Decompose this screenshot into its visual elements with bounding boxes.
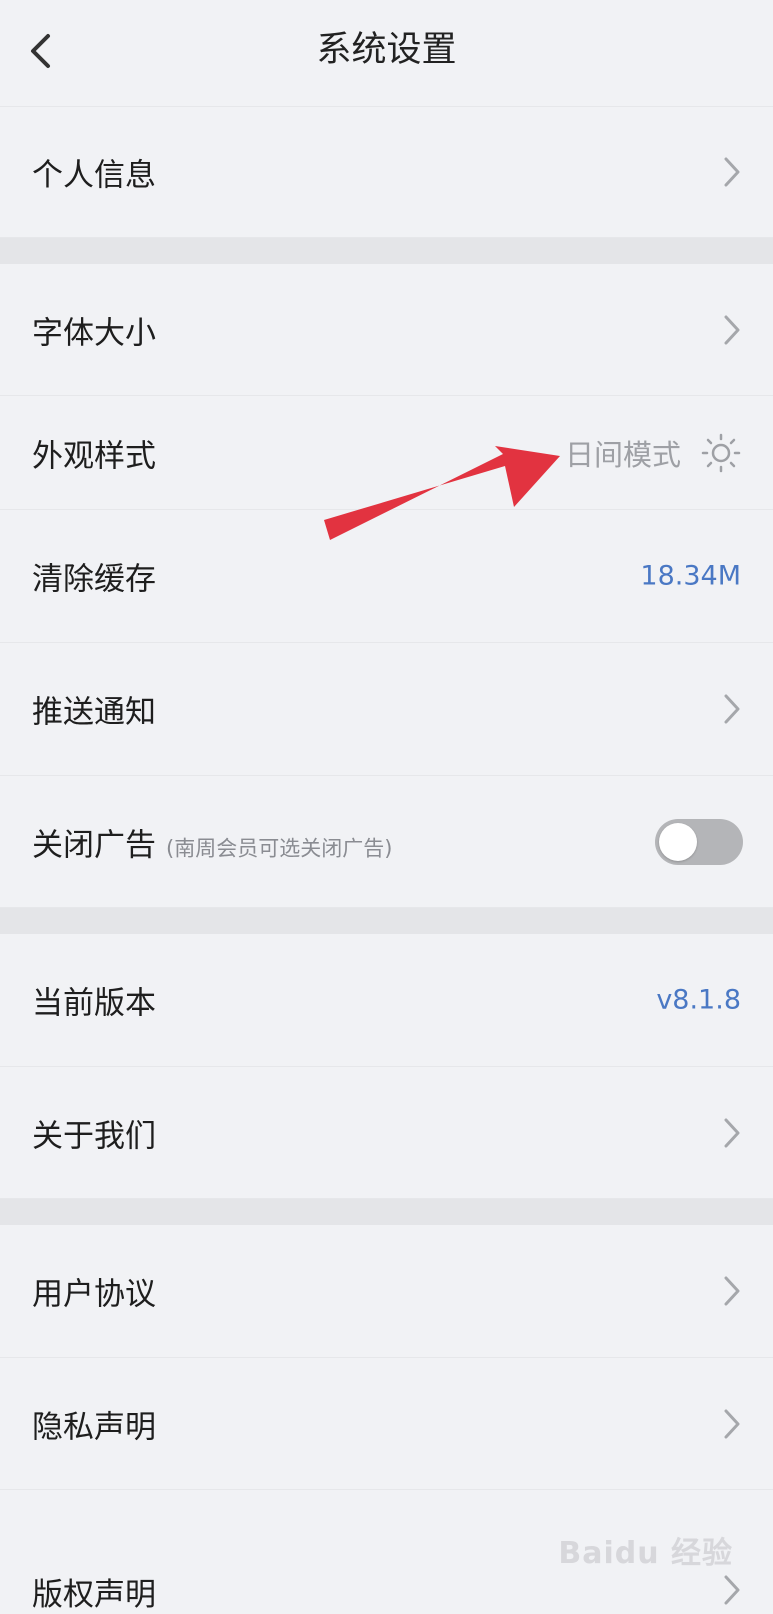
close-ads-toggle[interactable] [655, 818, 743, 865]
section-divider [0, 238, 773, 264]
row-label: 个人信息 [32, 157, 156, 194]
row-label: 隐私声明 [32, 1409, 156, 1445]
sun-icon [701, 433, 741, 472]
row-label: 关闭广告 (南周会员可选关闭广告) [32, 819, 392, 864]
close-ads-note: (南周会员可选关闭广告) [166, 836, 393, 860]
row-label: 推送通知 [32, 694, 156, 731]
chevron-right-icon [724, 1276, 740, 1306]
row-label: 清除缓存 [32, 561, 156, 598]
page-title: 系统设置 [316, 30, 457, 70]
chevron-right-icon [724, 315, 740, 344]
row-push-notification[interactable]: 推送通知 [0, 643, 773, 776]
chevron-right-icon [724, 157, 740, 187]
chevron-right-icon [724, 1575, 740, 1605]
section-divider [0, 1199, 773, 1225]
row-label: 字体大小 [32, 315, 156, 351]
row-label: 当前版本 [32, 985, 156, 1022]
row-clear-cache[interactable]: 清除缓存 18.34M [0, 510, 773, 643]
row-user-agreement[interactable]: 用户协议 [0, 1225, 773, 1358]
section-divider [0, 908, 773, 934]
appearance-value: 日间模式 [564, 437, 681, 472]
row-appearance[interactable]: 外观样式 日间模式 [0, 396, 773, 510]
baidu-watermark: Baidu 经验 [558, 1536, 733, 1571]
chevron-right-icon [724, 1409, 740, 1438]
row-label: 关于我们 [32, 1118, 156, 1154]
row-personal-info[interactable]: 个人信息 [0, 107, 773, 238]
cache-size-value: 18.34M [640, 560, 741, 592]
toggle-knob [659, 822, 697, 861]
version-value: v8.1.8 [656, 984, 741, 1016]
row-label: 外观样式 [32, 438, 156, 474]
row-font-size[interactable]: 字体大小 [0, 264, 773, 396]
row-about-us[interactable]: 关于我们 [0, 1067, 773, 1199]
top-bar: 系统设置 [0, 0, 773, 107]
chevron-right-icon [724, 694, 740, 724]
row-label: 版权声明 [32, 1577, 156, 1613]
row-close-ads: 关闭广告 (南周会员可选关闭广告) [0, 776, 773, 908]
row-current-version: 当前版本 v8.1.8 [0, 934, 773, 1067]
close-ads-label: 关闭广告 [32, 827, 156, 863]
row-privacy[interactable]: 隐私声明 [0, 1358, 773, 1490]
chevron-right-icon [724, 1118, 740, 1147]
row-label: 用户协议 [32, 1276, 156, 1313]
